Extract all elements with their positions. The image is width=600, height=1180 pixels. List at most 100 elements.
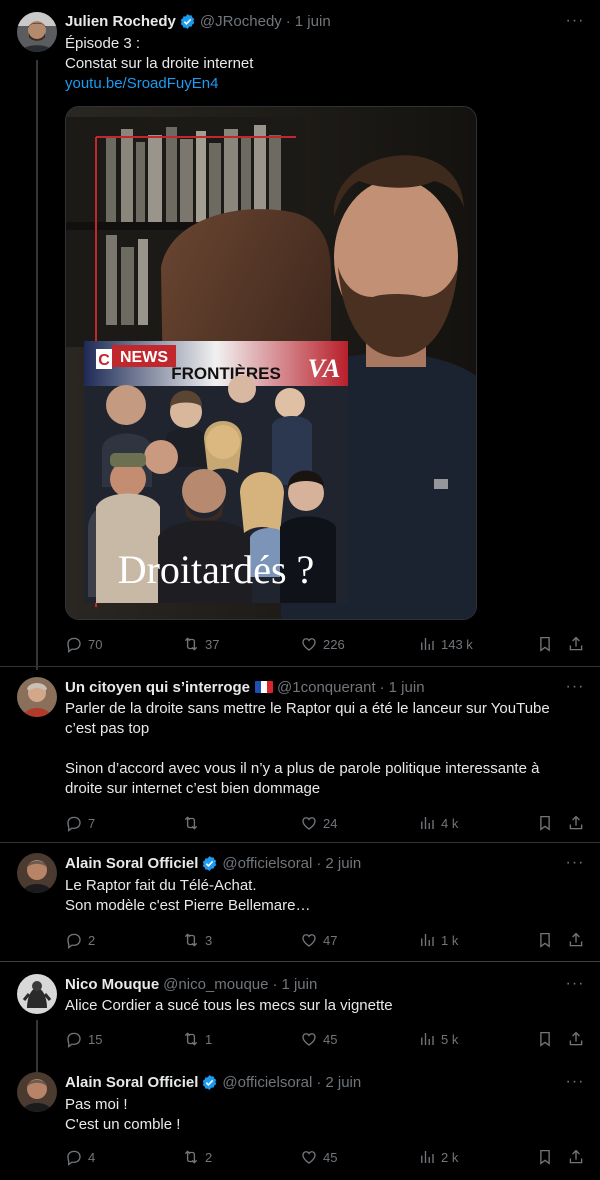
like-count: 45 bbox=[323, 1031, 338, 1047]
tweet-reply-citoyen[interactable]: Un citoyen qui s’interroge @1conquerant … bbox=[0, 667, 600, 842]
reply-count: 7 bbox=[88, 815, 96, 831]
reply-button[interactable]: 4 bbox=[65, 1147, 95, 1167]
retweet-button[interactable]: 1 bbox=[182, 1029, 212, 1049]
like-icon bbox=[300, 931, 318, 949]
reply-button[interactable]: 2 bbox=[65, 930, 95, 950]
retweet-count: 37 bbox=[205, 636, 220, 652]
like-icon bbox=[300, 1148, 318, 1166]
bookmark-icon bbox=[536, 1148, 554, 1166]
tweet-text-line: C'est un comble ! bbox=[65, 1116, 181, 1133]
retweet-icon bbox=[182, 814, 200, 832]
display-name[interactable]: Un citoyen qui s’interroge bbox=[65, 679, 250, 696]
tweet-date[interactable]: 1 juin bbox=[295, 13, 331, 30]
display-name[interactable]: Alain Soral Officiel bbox=[65, 855, 198, 872]
reply-button[interactable]: 15 bbox=[65, 1029, 102, 1049]
like-button[interactable]: 226 bbox=[300, 634, 345, 654]
display-name[interactable]: Nico Mouque bbox=[65, 976, 159, 993]
retweet-icon bbox=[182, 1148, 200, 1166]
tweet-text-line bbox=[65, 739, 575, 759]
retweet-button[interactable]: 3 bbox=[182, 930, 212, 950]
share-button[interactable] bbox=[567, 813, 585, 833]
like-button[interactable]: 45 bbox=[300, 1147, 337, 1167]
frontieres-logo: FRONTIÈRES bbox=[171, 364, 281, 383]
share-icon bbox=[567, 931, 585, 949]
like-count: 24 bbox=[323, 815, 338, 831]
retweet-button[interactable] bbox=[182, 813, 205, 833]
reply-icon bbox=[65, 931, 83, 949]
bookmark-button[interactable] bbox=[536, 930, 554, 950]
bookmark-button[interactable] bbox=[536, 1147, 554, 1167]
tweet-actions: 70 37 226 143 k bbox=[65, 634, 585, 654]
views-button[interactable]: 2 k bbox=[418, 1147, 458, 1167]
tweet-text: Le Raptor fait du Télé-Achat. Son modèle… bbox=[65, 876, 575, 916]
tweet-actions: 4 2 45 2 k bbox=[65, 1147, 585, 1167]
avatar[interactable] bbox=[17, 1072, 57, 1112]
retweet-button[interactable]: 37 bbox=[182, 634, 219, 654]
verified-badge-icon bbox=[179, 13, 196, 30]
user-handle[interactable]: @officielsoral bbox=[222, 855, 312, 872]
share-button[interactable] bbox=[567, 634, 585, 654]
more-icon[interactable]: ··· bbox=[564, 676, 586, 698]
tweet-date[interactable]: 2 juin bbox=[325, 855, 361, 872]
tweet-date[interactable]: 1 juin bbox=[281, 976, 317, 993]
bookmark-icon bbox=[536, 635, 554, 653]
retweet-icon bbox=[182, 1030, 200, 1048]
tweet-date[interactable]: 1 juin bbox=[389, 679, 425, 696]
user-handle[interactable]: @JRochedy bbox=[200, 13, 282, 30]
bookmark-button[interactable] bbox=[536, 813, 554, 833]
bookmark-button[interactable] bbox=[536, 634, 554, 654]
like-button[interactable]: 45 bbox=[300, 1029, 337, 1049]
like-button[interactable]: 47 bbox=[300, 930, 337, 950]
retweet-count: 2 bbox=[205, 1149, 213, 1165]
user-handle[interactable]: @officielsoral bbox=[222, 1074, 312, 1091]
verified-badge-icon bbox=[201, 855, 218, 872]
view-count: 4 k bbox=[441, 815, 459, 831]
tweet-text-line: droite sur internet c’est bien dommage bbox=[65, 780, 321, 797]
thumbnail-title: Droitardés ? bbox=[118, 547, 315, 592]
avatar[interactable] bbox=[17, 974, 57, 1014]
more-icon[interactable]: ··· bbox=[564, 973, 586, 995]
display-name[interactable]: Alain Soral Officiel bbox=[65, 1074, 198, 1091]
reply-count: 4 bbox=[88, 1149, 96, 1165]
views-button[interactable]: 5 k bbox=[418, 1029, 458, 1049]
bookmark-button[interactable] bbox=[536, 1029, 554, 1049]
bookmark-icon bbox=[536, 931, 554, 949]
share-button[interactable] bbox=[567, 1147, 585, 1167]
tweet-header: Alain Soral Officiel @officielsoral · 2 … bbox=[65, 1071, 361, 1093]
more-icon[interactable]: ··· bbox=[564, 852, 586, 874]
avatar[interactable] bbox=[17, 12, 57, 52]
retweet-icon bbox=[182, 635, 200, 653]
more-icon[interactable]: ··· bbox=[564, 1071, 586, 1093]
view-count: 1 k bbox=[441, 932, 459, 948]
share-button[interactable] bbox=[567, 930, 585, 950]
tweet-julien-rochedy[interactable]: Julien Rochedy @JRochedy · 1 juin ··· Ép… bbox=[0, 0, 600, 666]
like-button[interactable]: 24 bbox=[300, 813, 337, 833]
share-button[interactable] bbox=[567, 1029, 585, 1049]
avatar[interactable] bbox=[17, 853, 57, 893]
tweet-reply-nico-mouque[interactable]: Nico Mouque @nico_mouque · 1 juin ··· Al… bbox=[0, 962, 600, 1062]
view-count: 143 k bbox=[441, 636, 473, 652]
cnews-logo: NEWS bbox=[120, 349, 168, 366]
youtube-link[interactable]: youtu.be/SroadFuyEn4 bbox=[65, 74, 575, 94]
user-handle[interactable]: @nico_mouque bbox=[163, 976, 268, 993]
video-thumbnail[interactable]: C NEWS FRONTIÈRES VA Droitardés ? bbox=[65, 106, 477, 620]
tweet-header: Nico Mouque @nico_mouque · 1 juin bbox=[65, 973, 317, 995]
tweet-reply-soral[interactable]: Alain Soral Officiel @officielsoral · 2 … bbox=[0, 843, 600, 961]
like-count: 226 bbox=[323, 636, 345, 652]
reply-button[interactable]: 70 bbox=[65, 634, 102, 654]
tweet-reply-soral-2[interactable]: Alain Soral Officiel @officielsoral · 2 … bbox=[0, 1062, 600, 1180]
tweet-text-line: c’est pas top bbox=[65, 720, 150, 737]
user-handle[interactable]: @1conquerant bbox=[277, 679, 376, 696]
reply-button[interactable]: 7 bbox=[65, 813, 95, 833]
like-icon bbox=[300, 814, 318, 832]
france-flag-icon bbox=[255, 681, 274, 693]
avatar[interactable] bbox=[17, 677, 57, 717]
va-logo: VA bbox=[308, 354, 341, 383]
more-icon[interactable]: ··· bbox=[564, 10, 586, 32]
tweet-date[interactable]: 2 juin bbox=[325, 1074, 361, 1091]
display-name[interactable]: Julien Rochedy bbox=[65, 13, 176, 30]
views-button[interactable]: 4 k bbox=[418, 813, 458, 833]
views-button[interactable]: 1 k bbox=[418, 930, 458, 950]
views-button[interactable]: 143 k bbox=[418, 634, 473, 654]
retweet-button[interactable]: 2 bbox=[182, 1147, 212, 1167]
